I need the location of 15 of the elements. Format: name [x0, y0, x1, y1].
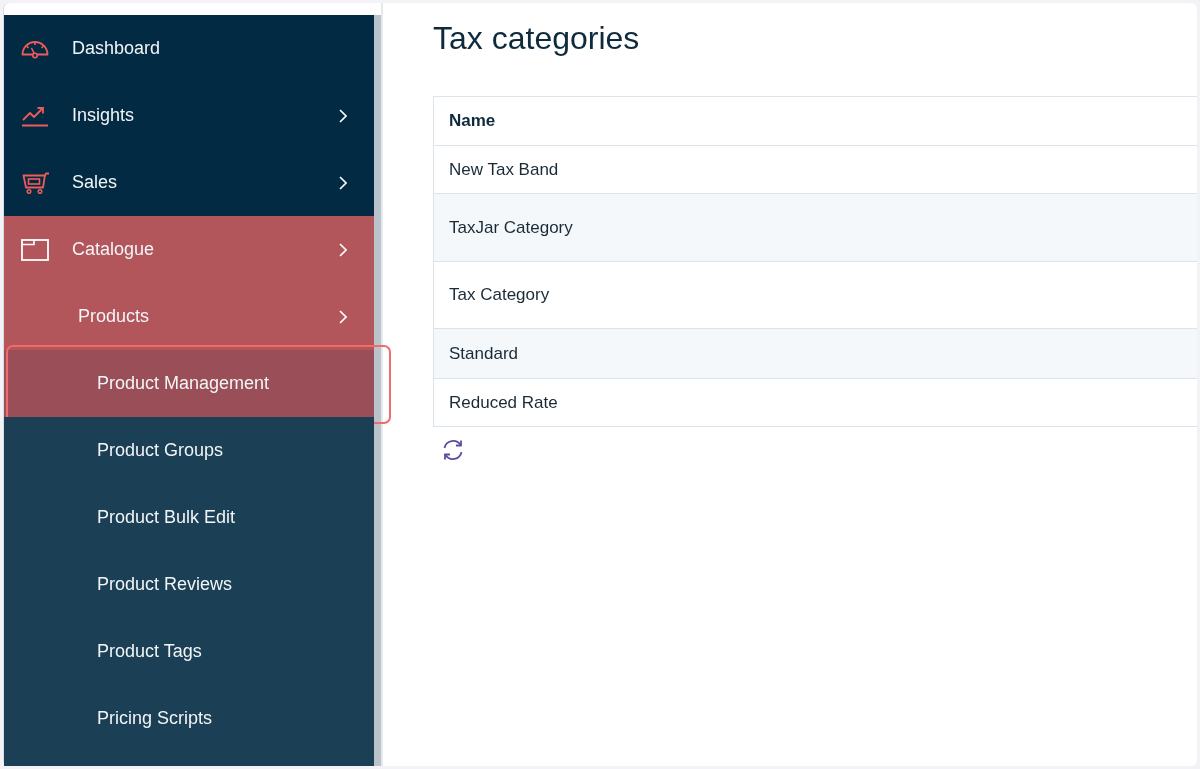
sidebar-item[interactable]: Dashboard	[4, 15, 374, 82]
sidebar-item[interactable]: Sales	[4, 149, 374, 216]
table-cell: TaxJar Category	[434, 193, 1197, 261]
cart-icon	[21, 171, 49, 194]
sidebar-item[interactable]: Product Management	[4, 350, 374, 417]
sidebar-item[interactable]: Products	[4, 283, 374, 350]
sidebar-item[interactable]: Insights	[4, 82, 374, 149]
gauge-icon	[21, 38, 49, 59]
table-cell: Standard	[434, 328, 1197, 378]
sidebar-item[interactable]: Catalogue	[4, 216, 374, 283]
trend-chart-icon	[21, 104, 49, 127]
folder-icon	[21, 238, 49, 261]
column-header: Name	[448, 110, 497, 132]
page-title: Tax categories	[433, 19, 640, 58]
refresh-icon[interactable]	[441, 439, 465, 461]
